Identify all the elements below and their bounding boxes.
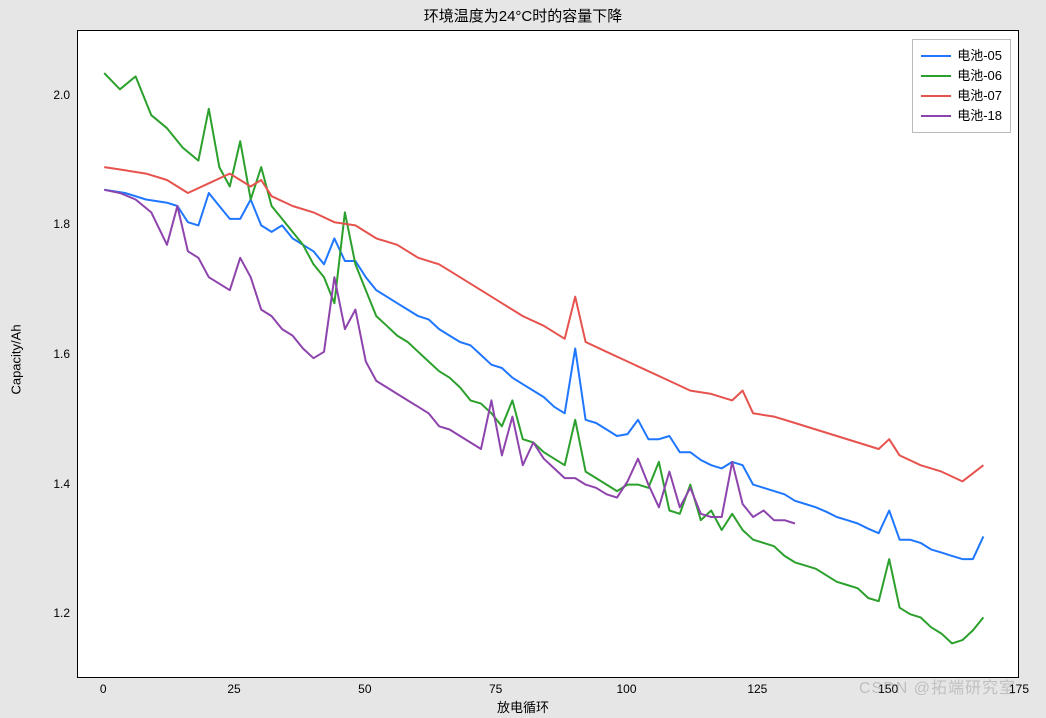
x-tick: 125 xyxy=(747,682,767,696)
plot-area xyxy=(77,30,1019,678)
legend-label: 电池-07 xyxy=(957,86,1002,106)
chart-frame: 环境温度为24°C时的容量下降 Capacity/Ah 1.2 1.4 1.6 1.8… xyxy=(0,0,1046,718)
legend-label: 电池-06 xyxy=(957,66,1002,86)
legend-item-0: 电池-05 xyxy=(921,46,1002,66)
series-line-2 xyxy=(104,167,983,481)
x-tick: 0 xyxy=(100,682,107,696)
chart-title: 环境温度为24°C时的容量下降 xyxy=(0,5,1046,26)
x-tick: 150 xyxy=(878,682,898,696)
legend-label: 电池-05 xyxy=(957,46,1002,66)
legend-item-2: 电池-07 xyxy=(921,86,1002,106)
legend-swatch xyxy=(921,95,951,97)
x-tick: 100 xyxy=(616,682,636,696)
x-tick: 50 xyxy=(358,682,371,696)
legend-item-3: 电池-18 xyxy=(921,106,1002,126)
y-tick: 2.0 xyxy=(53,88,70,102)
series-line-1 xyxy=(104,73,983,643)
y-tick: 1.6 xyxy=(53,347,70,361)
y-tick: 1.4 xyxy=(53,477,70,491)
legend-swatch xyxy=(921,75,951,77)
y-axis-label-text: Capacity/Ah xyxy=(9,324,24,394)
legend-item-1: 电池-06 xyxy=(921,66,1002,86)
x-tick: 75 xyxy=(489,682,502,696)
x-axis-label: 放电循环 xyxy=(0,697,1046,716)
series-line-0 xyxy=(104,190,983,559)
legend-swatch xyxy=(921,115,951,117)
legend-swatch xyxy=(921,55,951,57)
series-line-3 xyxy=(104,190,795,524)
x-tick: 175 xyxy=(1009,682,1029,696)
y-axis-label: Capacity/Ah xyxy=(6,0,26,718)
legend: 电池-05电池-06电池-07电池-18 xyxy=(912,39,1011,133)
x-tick: 25 xyxy=(227,682,240,696)
legend-label: 电池-18 xyxy=(957,106,1002,126)
y-tick: 1.2 xyxy=(53,606,70,620)
plot-svg xyxy=(78,31,1020,679)
y-tick: 1.8 xyxy=(53,217,70,231)
